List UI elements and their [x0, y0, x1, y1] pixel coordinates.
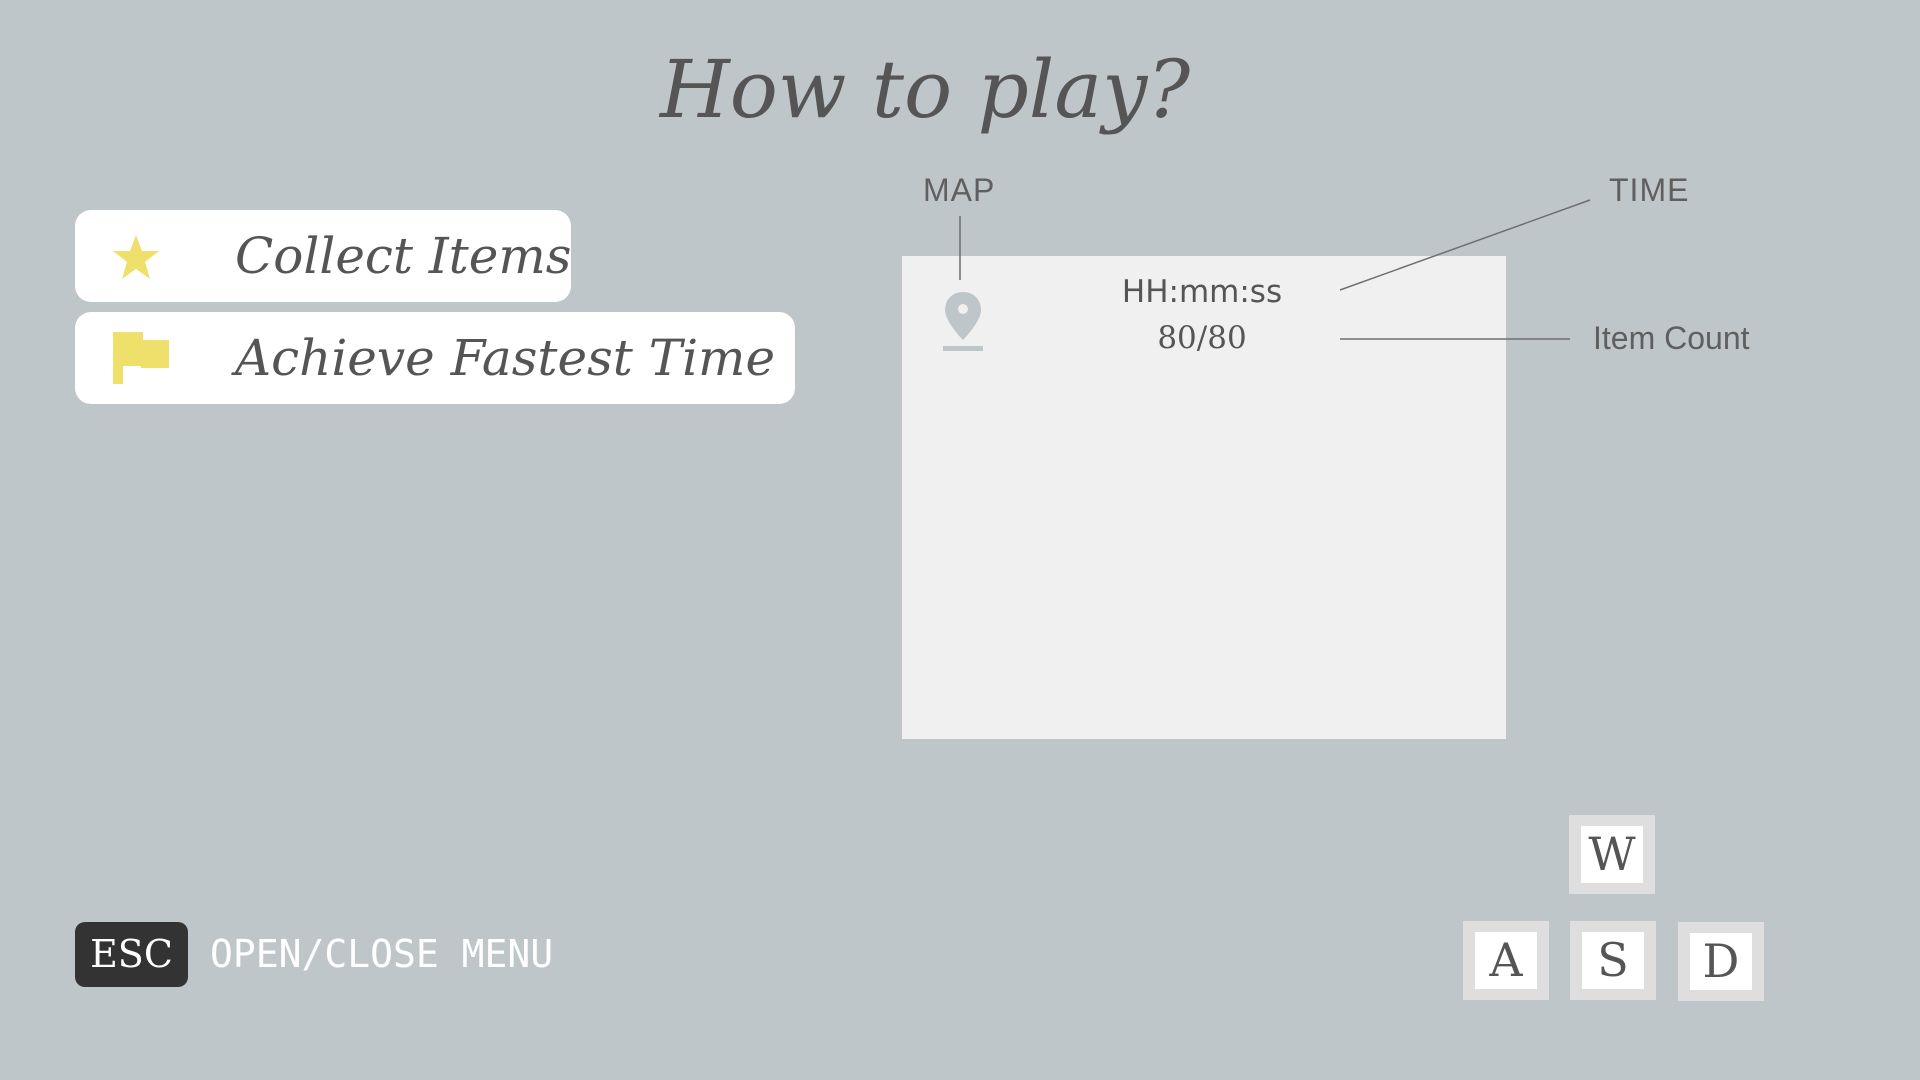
item-count-label: Item Count — [1593, 320, 1750, 356]
star-icon — [113, 235, 159, 279]
key-w-label: W — [1581, 826, 1643, 883]
key-w: W — [1569, 815, 1655, 894]
map-label: MAP — [923, 172, 996, 208]
hud-item-count-value: 80/80 — [1157, 320, 1247, 356]
how-to-play-screen: How to play? Collect Items Achieve Faste… — [0, 0, 1920, 1080]
hud-time-value: HH:mm:ss — [1121, 274, 1283, 310]
hud-preview-panel: HH:mm:ss 80/80 — [902, 256, 1506, 739]
page-title: How to play? — [660, 43, 1191, 136]
time-label: TIME — [1609, 172, 1690, 208]
flag-icon — [113, 332, 169, 384]
key-s-label: S — [1582, 932, 1644, 989]
esc-key: ESC — [75, 922, 188, 987]
key-d-label: D — [1690, 933, 1752, 990]
menu-control-label: OPEN/CLOSE MENU — [210, 932, 554, 976]
location-pin-icon — [943, 292, 983, 351]
goal-card-fastest-time: Achieve Fastest Time — [75, 312, 795, 404]
key-s: S — [1570, 921, 1656, 1000]
key-d: D — [1678, 922, 1764, 1001]
goal-label-collect-items: Collect Items — [235, 227, 572, 285]
goal-card-collect-items: Collect Items — [75, 210, 571, 302]
key-a: A — [1463, 921, 1549, 1000]
key-a-label: A — [1475, 932, 1537, 989]
goal-label-fastest-time: Achieve Fastest Time — [235, 329, 776, 387]
